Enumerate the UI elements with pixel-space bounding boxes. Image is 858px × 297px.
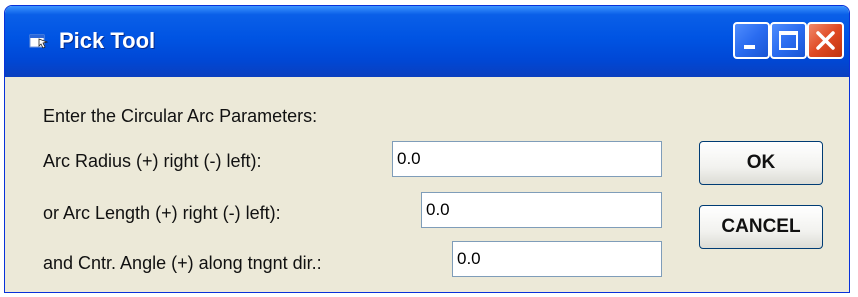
arc-length-input[interactable] — [421, 192, 662, 228]
form-heading: Enter the Circular Arc Parameters: — [43, 106, 318, 126]
app-icon — [29, 33, 49, 49]
window-title: Pick Tool — [59, 28, 156, 53]
minimize-button[interactable] — [733, 22, 770, 59]
maximize-button[interactable] — [770, 22, 807, 59]
arc-radius-label: Arc Radius (+) right (-) left): — [43, 151, 262, 171]
cancel-button[interactable]: CANCEL — [699, 205, 823, 249]
maximize-icon — [779, 31, 798, 50]
arc-length-label: or Arc Length (+) right (-) left): — [43, 203, 281, 223]
arc-radius-input[interactable] — [392, 141, 662, 177]
center-angle-label: and Cntr. Angle (+) along tngnt dir.: — [43, 253, 322, 273]
close-button[interactable] — [807, 22, 844, 59]
ok-button[interactable]: OK — [699, 141, 823, 185]
close-icon — [816, 31, 835, 50]
minimize-icon — [744, 45, 755, 49]
title-bar[interactable]: Pick Tool — [5, 6, 849, 77]
center-angle-input[interactable] — [452, 241, 662, 277]
pick-tool-dialog: Pick Tool Enter the Circular Arc Paramet… — [4, 5, 850, 293]
